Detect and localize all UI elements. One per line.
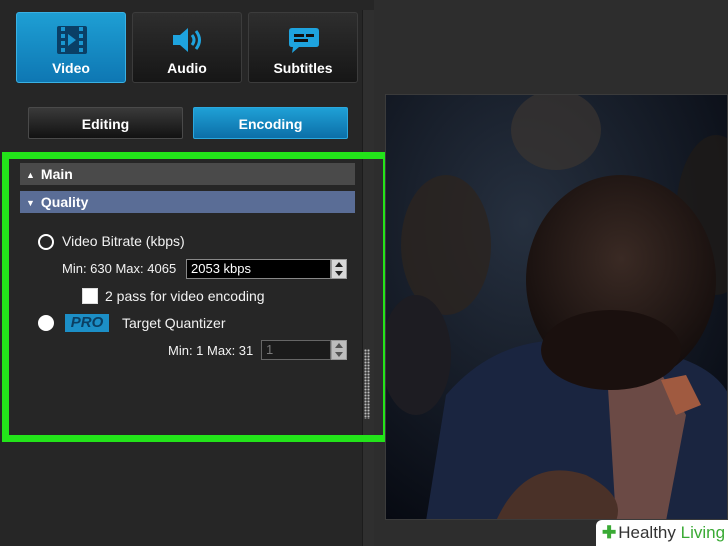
video-frame-image [386,95,727,519]
tab-video-label: Video [52,60,90,76]
speaker-icon [133,25,241,55]
tab-audio[interactable]: Audio [132,12,242,83]
speech-bubble-icon [249,25,357,55]
logo-text-living: Living [680,523,726,542]
tab-subtitles[interactable]: Subtitles [248,12,358,83]
subtab-editing[interactable]: Editing [28,107,183,139]
video-preview [385,94,728,520]
film-icon [17,25,125,55]
subtab-encoding[interactable]: Encoding [193,107,348,139]
tab-audio-label: Audio [167,60,207,76]
plus-icon: ✚ [602,523,617,542]
highlight-frame [2,152,390,442]
healthy-living-logo: ✚ Healthy Living [596,520,728,546]
tab-subtitles-label: Subtitles [273,60,333,76]
logo-text-healthy: Healthy [618,523,676,542]
tab-video[interactable]: Video [16,12,126,83]
